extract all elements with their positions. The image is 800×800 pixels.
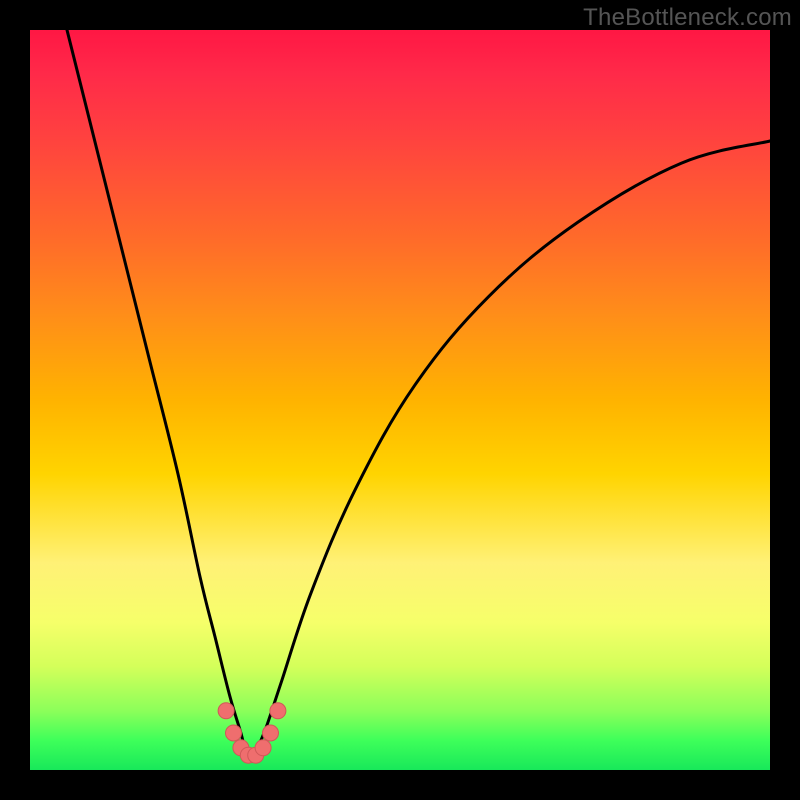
bottleneck-curve bbox=[67, 30, 770, 759]
curve-marker bbox=[226, 725, 242, 741]
curve-marker bbox=[263, 725, 279, 741]
watermark-text: TheBottleneck.com bbox=[583, 4, 792, 32]
curve-markers bbox=[218, 703, 286, 763]
curve-svg bbox=[30, 30, 770, 770]
curve-marker bbox=[255, 740, 271, 756]
chart-stage: TheBottleneck.com bbox=[0, 0, 800, 800]
plot-area bbox=[30, 30, 770, 770]
curve-marker bbox=[270, 703, 286, 719]
curve-marker bbox=[218, 703, 234, 719]
